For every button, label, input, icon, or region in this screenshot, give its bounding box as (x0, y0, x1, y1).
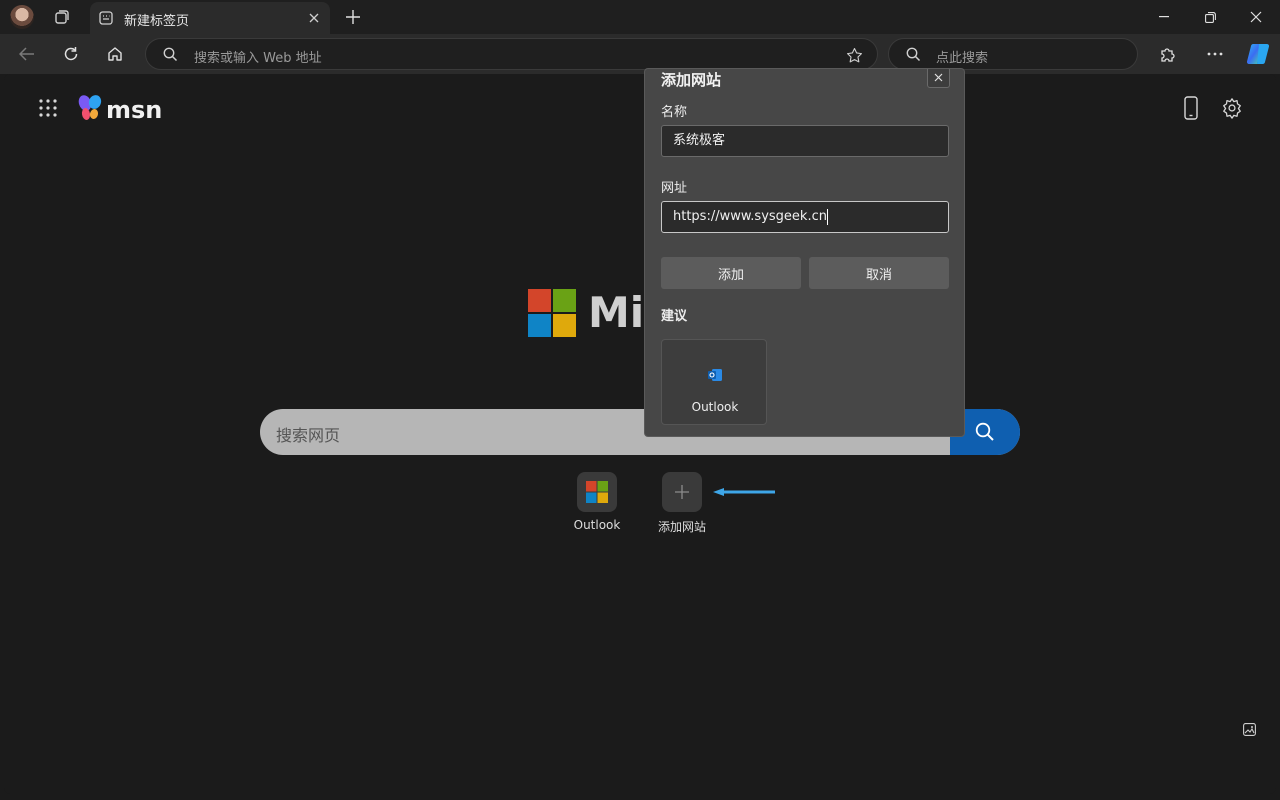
profile-avatar[interactable] (10, 5, 34, 29)
name-field[interactable]: 系统极客 (661, 125, 949, 157)
cancel-button[interactable]: 取消 (809, 257, 949, 289)
add-site-dialog: 添加网站 名称 系统极客 网址 https://www.sysgeek.cn 添… (644, 68, 965, 437)
microsoft-logo-icon (586, 481, 608, 503)
tab-new-tab[interactable]: 新建标签页 (90, 2, 330, 34)
plus-icon (675, 485, 689, 499)
tab-title: 新建标签页 (124, 14, 190, 29)
address-placeholder: 搜索或输入 Web 地址 (194, 51, 322, 66)
toolbar: 搜索或输入 Web 地址 点此搜索 (0, 34, 1280, 74)
address-bar[interactable]: 搜索或输入 Web 地址 (145, 38, 878, 70)
search-icon (975, 422, 994, 441)
microsoft-wordmark: Microsoft (588, 288, 644, 337)
extensions-icon[interactable] (1156, 43, 1178, 65)
home-icon[interactable] (104, 43, 126, 65)
close-icon (934, 73, 943, 82)
favorite-star-icon[interactable] (844, 45, 864, 65)
sidebar-search-box[interactable]: 点此搜索 (888, 38, 1138, 70)
outlook-tile[interactable] (577, 472, 617, 512)
add-site-tile[interactable] (662, 472, 702, 512)
url-label: 网址 (661, 181, 688, 196)
close-window-icon[interactable] (1246, 8, 1266, 26)
settings-gear-icon[interactable] (1220, 96, 1244, 120)
mobile-phone-icon[interactable] (1180, 95, 1202, 121)
url-field[interactable]: https://www.sysgeek.cn (661, 201, 949, 233)
web-search-placeholder: 搜索网页 (276, 426, 341, 445)
suggestions-label: 建议 (661, 309, 688, 324)
minimize-icon[interactable] (1154, 8, 1174, 26)
search-placeholder: 点此搜索 (936, 51, 989, 66)
new-tab-plus-icon[interactable] (342, 6, 364, 28)
quick-link-add-site[interactable]: 添加网站 (652, 472, 712, 535)
msn-butterfly-logo-icon[interactable] (76, 93, 106, 123)
back-icon[interactable] (16, 43, 38, 65)
microsoft-logo-icon (528, 289, 576, 337)
dialog-title: 添加网站 (661, 71, 722, 89)
new-tab-page-icon (98, 10, 114, 26)
quick-link-label: 添加网站 (657, 520, 706, 534)
app-launcher-icon[interactable] (37, 97, 59, 119)
collections-icon[interactable] (52, 7, 72, 27)
suggestion-outlook[interactable]: Outlook (661, 339, 767, 425)
copilot-icon[interactable] (1244, 40, 1272, 68)
search-icon (905, 46, 921, 62)
msn-brand[interactable]: msn (106, 96, 162, 124)
background-image-icon[interactable] (1241, 721, 1257, 737)
search-icon (162, 46, 178, 62)
outlook-icon (708, 369, 722, 381)
text-cursor (826, 208, 828, 225)
name-label: 名称 (661, 105, 688, 120)
quick-link-outlook[interactable]: Outlook (567, 472, 627, 532)
add-button[interactable]: 添加 (661, 257, 801, 289)
url-value: https://www.sysgeek.cn (673, 209, 827, 224)
title-bar: 新建标签页 (0, 0, 1280, 34)
dialog-close-button[interactable] (927, 69, 950, 88)
restore-icon[interactable] (1200, 8, 1220, 26)
quick-link-label: Outlook (573, 518, 621, 532)
suggestion-label: Outlook (691, 400, 739, 414)
close-tab-icon[interactable] (306, 10, 322, 26)
pointer-arrow-icon (713, 488, 775, 496)
more-menu-icon[interactable] (1204, 43, 1226, 65)
refresh-icon[interactable] (60, 43, 82, 65)
